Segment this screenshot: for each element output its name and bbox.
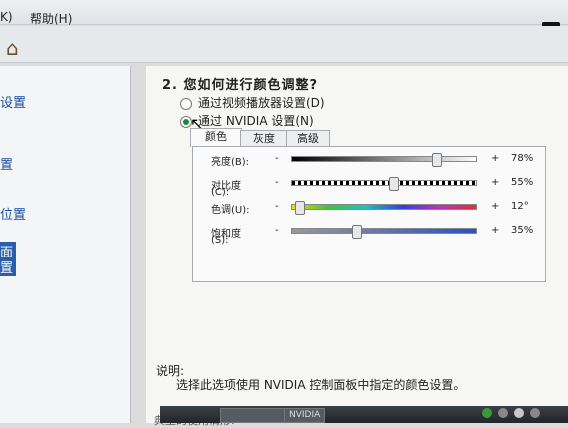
hue-value: 12° <box>511 201 529 212</box>
slider-row-brightness: 亮度(B): - + 78% <box>193 153 545 179</box>
menu-item-help[interactable]: 帮助(H) <box>30 10 72 27</box>
contrast-slider[interactable] <box>291 177 477 191</box>
saturation-thumb[interactable] <box>352 225 363 239</box>
menu-bar: K) 帮助(H) <box>0 0 568 32</box>
slider-row-contrast: 对比度 (C): - + 55% <box>193 177 545 203</box>
taskbar-app-1[interactable] <box>220 408 288 423</box>
hue-label: 色调(U): <box>211 205 250 216</box>
sidebar-item-2[interactable]: 置 <box>0 154 13 173</box>
main-content: 2. 您如何进行颜色调整? 通过视频播放器设置(D) 通过 NVIDIA 设置(… <box>146 66 568 427</box>
brightness-value: 78% <box>511 153 534 164</box>
hue-slider[interactable] <box>291 201 477 215</box>
slider-row-hue: 色调(U): - + 12° <box>193 201 545 227</box>
slider-row-saturation: 饱和度 (S): - + 35% <box>193 225 545 251</box>
saturation-minus[interactable]: - <box>275 225 279 236</box>
saturation-slider[interactable] <box>291 225 477 239</box>
option-video-player[interactable]: 通过视频播放器设置(D) <box>180 94 325 111</box>
contrast-thumb[interactable] <box>389 177 400 191</box>
brightness-thumb[interactable] <box>431 153 442 167</box>
hue-plus[interactable]: + <box>491 201 499 212</box>
tab-color[interactable]: 颜色 <box>190 128 242 147</box>
brightness-minus[interactable]: - <box>275 153 279 164</box>
tray-icon-2[interactable] <box>498 408 508 418</box>
sidebar-item-settings[interactable]: 设置 <box>0 92 26 111</box>
home-icon[interactable]: ⌂ <box>6 36 19 60</box>
saturation-label-key: (S): <box>211 235 229 246</box>
contrast-plus[interactable]: + <box>491 177 499 188</box>
tray-icon-4[interactable] <box>530 408 540 418</box>
color-panel: 亮度(B): - + 78% 对比度 (C): - + 55% 色调(U): -… <box>192 146 546 282</box>
sidebar-item-position[interactable]: 位置 <box>0 204 26 223</box>
tray-icon-1[interactable] <box>482 408 492 418</box>
menu-item-partial[interactable]: K) <box>0 10 13 24</box>
contrast-minus[interactable]: - <box>275 177 279 188</box>
hue-minus[interactable]: - <box>275 201 279 212</box>
toolbar: ⌂ <box>0 26 568 63</box>
note-text: 选择此选项使用 NVIDIA 控制面板中指定的颜色设置。 <box>176 378 466 392</box>
taskbar-app-nvidia[interactable]: NVIDIA <box>284 408 326 423</box>
sidebar: 设置 置 位置 面 置 <box>0 66 131 423</box>
brightness-label: 亮度(B): <box>211 157 250 168</box>
page-title: 2. 您如何进行颜色调整? <box>162 78 319 93</box>
brightness-plus[interactable]: + <box>491 153 499 164</box>
taskbar: NVIDIA <box>160 406 568 423</box>
sidebar-item-selected-2[interactable]: 置 <box>0 257 17 276</box>
tab-advanced[interactable]: 高级 <box>286 130 330 147</box>
contrast-label-key: (C): <box>211 187 230 198</box>
hue-thumb[interactable] <box>295 201 306 215</box>
tab-grayscale[interactable]: 灰度 <box>240 130 288 147</box>
tray-icon-3[interactable] <box>514 408 524 418</box>
saturation-plus[interactable]: + <box>491 225 499 236</box>
brightness-slider[interactable] <box>291 153 477 167</box>
saturation-value: 35% <box>511 225 534 236</box>
contrast-value: 55% <box>511 177 534 188</box>
radio-video-player[interactable] <box>180 97 192 110</box>
